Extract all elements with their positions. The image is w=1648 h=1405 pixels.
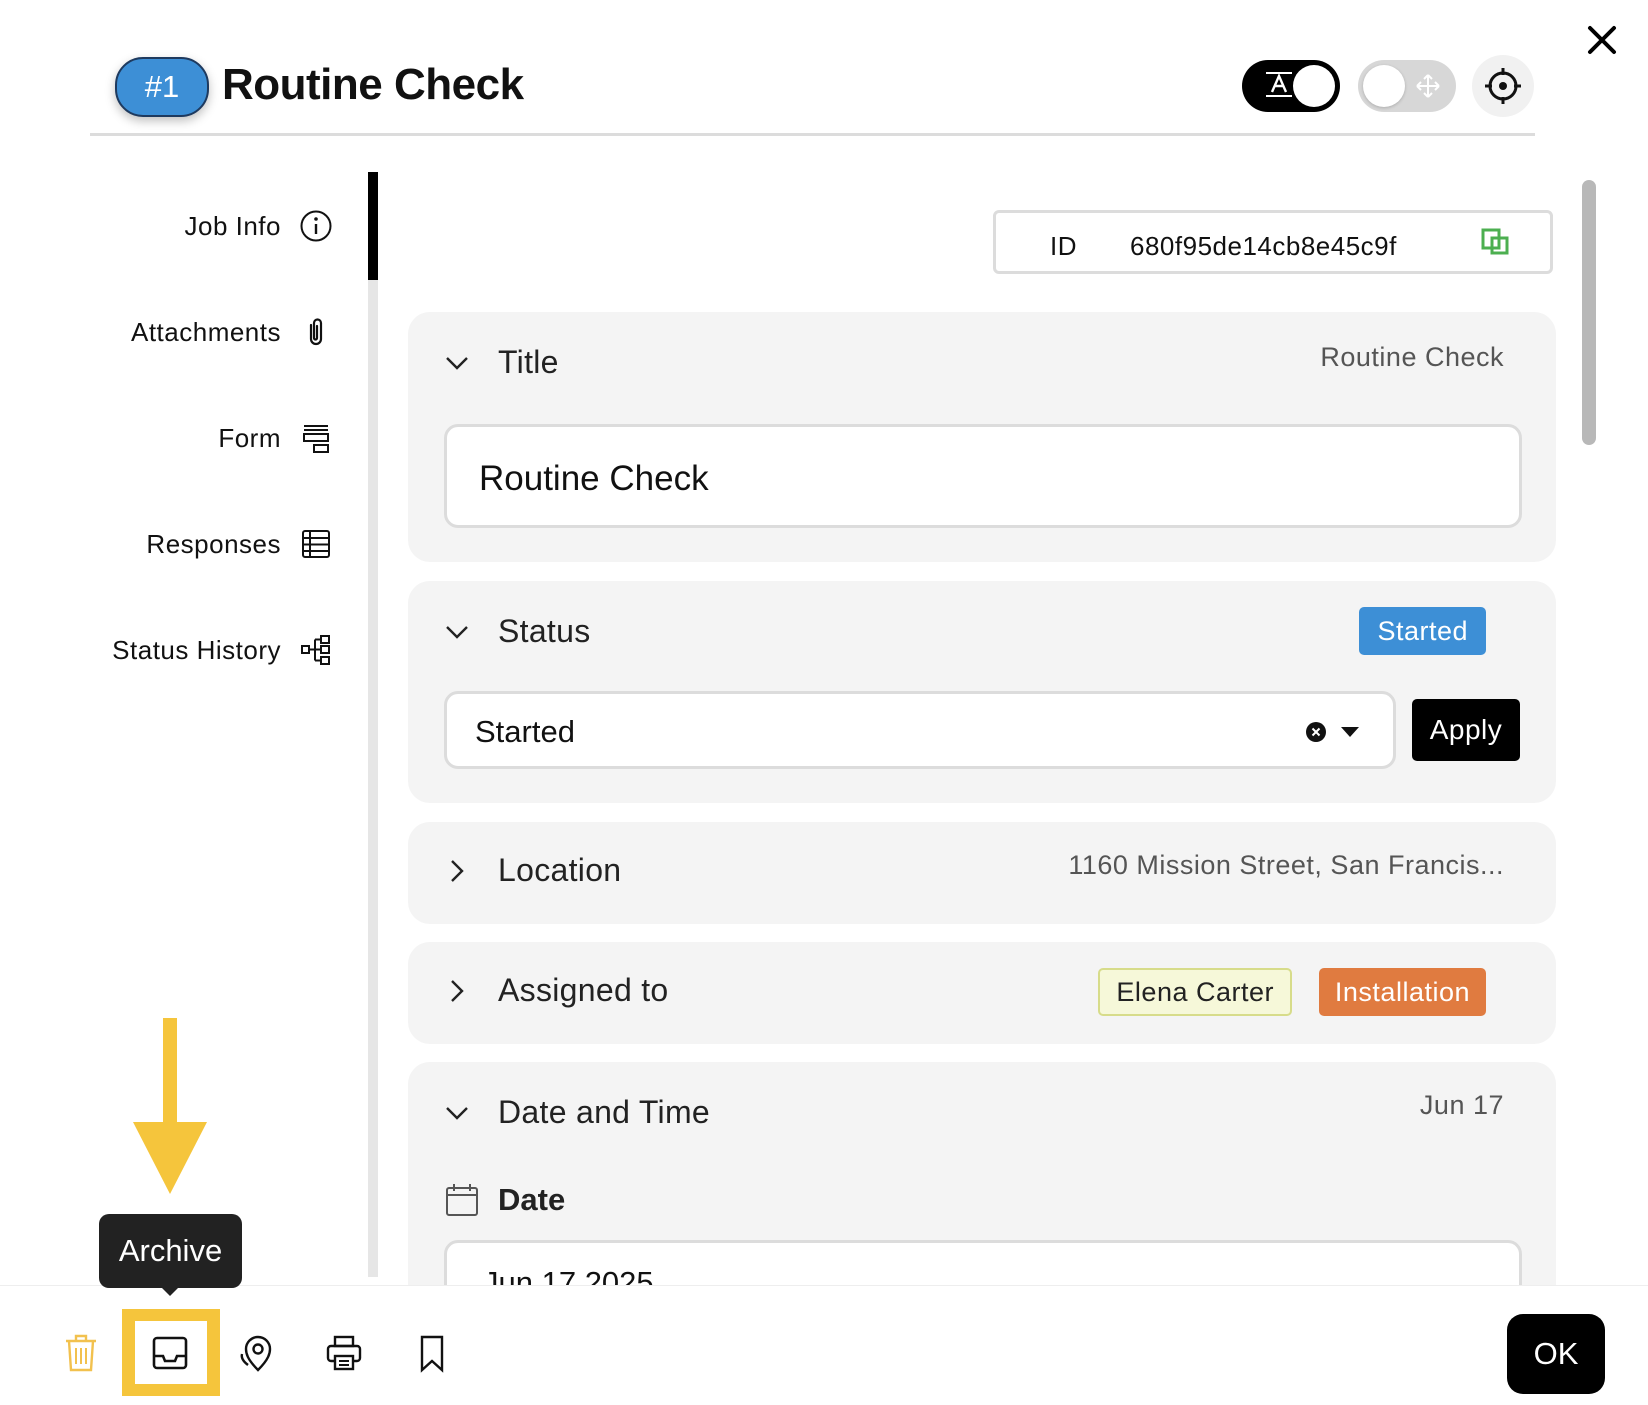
date-summary: Jun 17 [1419, 1090, 1504, 1120]
section-label: Title [498, 344, 559, 380]
sidebar-item-responses[interactable]: Responses [146, 524, 333, 564]
copy-id-button[interactable] [1480, 227, 1510, 264]
text-format-icon [1266, 72, 1292, 97]
status-section: Status Started Started Apply [408, 581, 1556, 803]
calendar-icon [446, 1184, 478, 1216]
archive-tooltip: Archive [99, 1214, 242, 1288]
assigned-section[interactable]: Assigned to Elena Carter Installation [408, 942, 1556, 1044]
sidebar-item-label: Responses [146, 528, 281, 559]
title-input[interactable]: Routine Check [444, 424, 1522, 528]
sidebar-item-form[interactable]: Form [218, 418, 333, 458]
job-number-badge: #1 [115, 57, 209, 117]
id-value: 680f95de14cb8e45c9f [1130, 231, 1397, 261]
ok-button[interactable]: OK [1507, 1314, 1605, 1394]
date-label: Date [498, 1182, 566, 1217]
archive-icon [152, 1336, 188, 1370]
clear-icon [1306, 722, 1326, 742]
info-icon [300, 210, 332, 242]
map-pin-icon [240, 1335, 272, 1372]
chevron-down-icon [446, 356, 468, 370]
table-icon [302, 530, 330, 558]
scrollbar-thumb[interactable] [1582, 180, 1596, 445]
close-button[interactable] [1580, 18, 1624, 62]
clear-selection-button[interactable] [1305, 721, 1327, 748]
move-mode-toggle[interactable] [1358, 60, 1456, 112]
id-box: ID 680f95de14cb8e45c9f [993, 210, 1553, 274]
delete-button[interactable] [57, 1329, 105, 1377]
caret-down-icon[interactable] [1341, 727, 1359, 737]
copy-icon [1481, 228, 1509, 255]
assignee-tag: Elena Carter [1098, 968, 1292, 1016]
sidebar-item-status-history[interactable]: Status History [112, 630, 333, 670]
form-icon [303, 425, 329, 453]
title-section-header[interactable]: Title [444, 344, 559, 381]
crosshair-icon [1485, 68, 1521, 104]
paperclip-icon [309, 318, 323, 346]
bookmark-button[interactable] [408, 1329, 456, 1377]
section-label: Assigned to [498, 972, 669, 1008]
page-title: Routine Check [222, 60, 524, 109]
trash-icon [66, 1334, 96, 1372]
sidebar-rail [368, 172, 378, 1277]
tooltip-tail [160, 1286, 180, 1296]
close-icon [1588, 26, 1616, 54]
status-select[interactable]: Started [444, 691, 1396, 769]
sidebar-item-label: Job Info [184, 210, 281, 241]
sidebar-item-job-info[interactable]: Job Info [184, 206, 333, 246]
hint-arrow-icon [133, 1018, 207, 1194]
status-badge: Started [1359, 607, 1486, 655]
sidebar-active-indicator [368, 172, 378, 280]
apply-button[interactable]: Apply [1412, 699, 1520, 761]
location-section[interactable]: Location 1160 Mission Street, San Franci… [408, 822, 1556, 924]
sidebar-item-label: Status History [112, 634, 281, 665]
text-mode-toggle[interactable] [1242, 60, 1340, 112]
id-label: ID [1050, 231, 1077, 261]
bookmark-icon [420, 1335, 444, 1373]
section-label: Location [498, 852, 622, 888]
hierarchy-icon [301, 635, 330, 665]
section-label: Date and Time [498, 1094, 711, 1130]
chevron-down-icon [446, 1106, 468, 1120]
location-button[interactable] [233, 1329, 281, 1377]
title-input-value: Routine Check [479, 459, 709, 498]
printer-icon [326, 1335, 362, 1371]
section-summary: Routine Check [1320, 342, 1504, 372]
sidebar-item-label: Form [218, 422, 281, 453]
sidebar-item-attachments[interactable]: Attachments [131, 312, 333, 352]
toggle-knob [1293, 65, 1335, 107]
status-select-value: Started [475, 714, 575, 749]
sidebar-item-label: Attachments [130, 316, 281, 347]
archive-button[interactable] [146, 1329, 194, 1377]
toggle-knob [1363, 65, 1405, 107]
header-divider [90, 133, 1535, 136]
assigned-section-header[interactable]: Assigned to [444, 972, 669, 1009]
date-subheader: Date [444, 1182, 565, 1218]
location-summary: 1160 Mission Street, San Francis... [1068, 850, 1504, 880]
print-button[interactable] [320, 1329, 368, 1377]
chevron-down-icon [446, 625, 468, 639]
chevron-right-icon [451, 979, 464, 1002]
title-section: Title Routine Check Routine Check [408, 312, 1556, 562]
location-section-header[interactable]: Location [444, 852, 621, 889]
section-label: Status [498, 613, 591, 649]
chevron-right-icon [451, 859, 464, 882]
date-time-section-header[interactable]: Date and Time [444, 1094, 710, 1131]
locate-button[interactable] [1472, 55, 1534, 117]
status-section-header[interactable]: Status [444, 613, 591, 650]
team-tag: Installation [1318, 968, 1486, 1016]
move-icon [1416, 74, 1440, 98]
